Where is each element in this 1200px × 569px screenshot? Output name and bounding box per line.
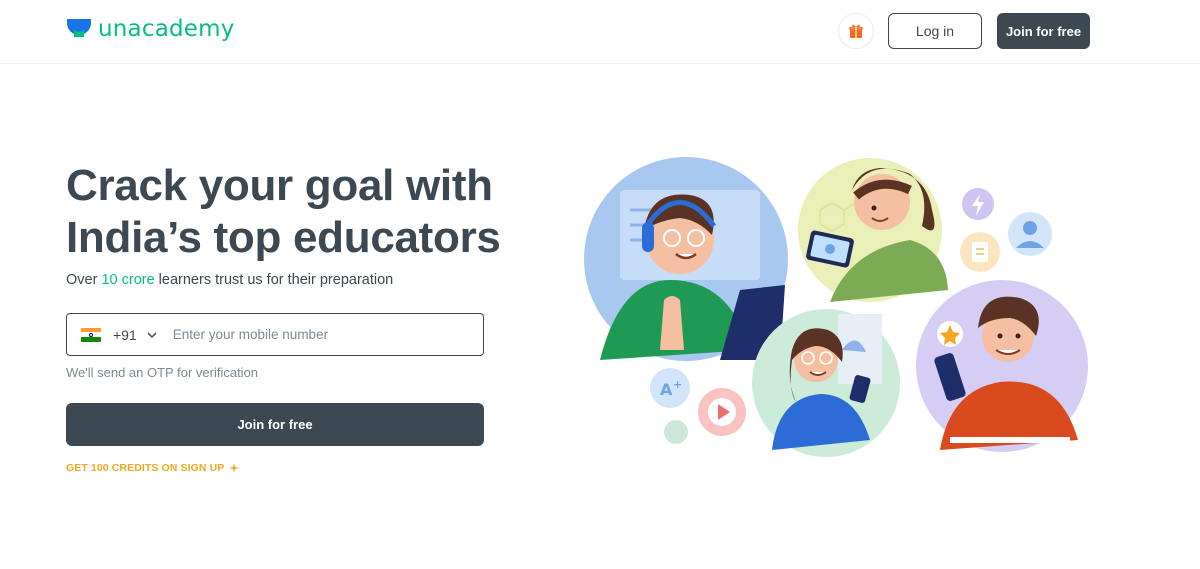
country-code-selector[interactable]: +91 xyxy=(67,314,157,355)
hero-illustration: A + xyxy=(584,157,1088,457)
subtitle-suffix: learners trust us for their preparation xyxy=(154,272,394,288)
join-for-free-button[interactable]: Join for free xyxy=(66,403,484,446)
logo-mark-icon xyxy=(67,19,91,37)
decor-dot xyxy=(664,420,688,444)
country-code: +91 xyxy=(113,326,137,343)
profile-icon xyxy=(1008,212,1052,256)
student-with-headphones-illustration xyxy=(584,157,788,361)
a-plus-icon: A + xyxy=(650,368,690,408)
teacher-with-phone-illustration xyxy=(798,158,948,302)
login-button[interactable]: Log in xyxy=(888,13,982,49)
header-join-button[interactable]: Join for free xyxy=(997,13,1090,49)
brand-name: unacademy xyxy=(98,16,235,42)
otp-note: We'll send an OTP for verification xyxy=(66,365,259,380)
document-icon xyxy=(960,232,1000,272)
hero-title-line2: India’s top educators xyxy=(66,213,501,262)
india-flag-icon xyxy=(81,327,101,342)
phone-field: +91 xyxy=(66,313,484,356)
lightning-icon xyxy=(962,188,994,220)
boy-with-phone-illustration xyxy=(916,280,1088,452)
hero-subtitle: Over 10 crore learners trust us for thei… xyxy=(66,272,393,288)
top-header: unacademy Log in Join for free xyxy=(0,0,1200,64)
svg-text:+: + xyxy=(673,378,682,391)
unacademy-logo[interactable]: unacademy xyxy=(66,16,235,42)
svg-text:A: A xyxy=(660,380,673,399)
hero-title: Crack your goal with India’s top educato… xyxy=(66,160,546,264)
gift-button[interactable] xyxy=(838,13,874,49)
credits-text: GET 100 CREDITS ON SIGN UP xyxy=(66,462,225,474)
subtitle-prefix: Over xyxy=(66,272,102,288)
gift-icon xyxy=(849,24,863,38)
chevron-down-icon xyxy=(147,332,157,338)
play-icon xyxy=(698,388,746,436)
sparkle-icon xyxy=(229,462,240,473)
credits-link[interactable]: GET 100 CREDITS ON SIGN UP xyxy=(66,462,240,474)
girl-with-phone-illustration xyxy=(752,309,900,457)
subtitle-highlight: 10 crore xyxy=(101,272,155,288)
mobile-number-input[interactable] xyxy=(172,327,453,342)
hero-title-line1: Crack your goal with xyxy=(66,161,493,210)
